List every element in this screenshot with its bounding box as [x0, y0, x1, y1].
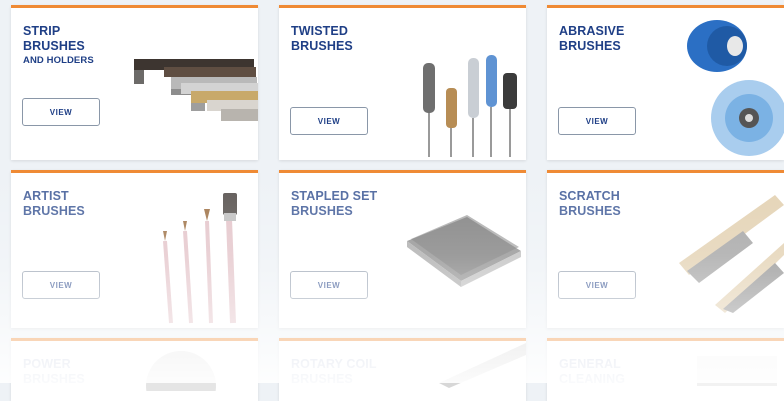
product-card-power-brushes[interactable]: POWER BRUSHES	[11, 338, 258, 401]
power-brushes-image	[146, 351, 216, 391]
product-card-stapled-set-brushes[interactable]: STAPLED SET BRUSHES VIEW	[279, 170, 526, 328]
card-title: SCRATCH BRUSHES	[559, 189, 621, 218]
view-button[interactable]: VIEW	[558, 107, 636, 135]
product-card-twisted-brushes[interactable]: TWISTED BRUSHES VIEW	[279, 5, 526, 160]
card-title: TWISTED BRUSHES	[291, 24, 353, 53]
view-button[interactable]: VIEW	[22, 98, 100, 126]
product-card-scratch-brushes[interactable]: SCRATCH BRUSHES VIEW	[547, 170, 784, 328]
view-button[interactable]: VIEW	[290, 271, 368, 299]
stapled-set-brushes-image	[407, 215, 521, 287]
card-title: STRIP BRUSHES AND HOLDERS	[23, 24, 94, 66]
scratch-brushes-image	[679, 195, 784, 313]
rotary-coil-brushes-image	[439, 343, 526, 388]
general-cleaning-image	[697, 356, 777, 386]
strip-brushes-image	[134, 59, 258, 121]
product-card-general-cleaning[interactable]: GENERAL CLEANING	[547, 338, 784, 401]
card-title: STAPLED SET BRUSHES	[291, 189, 378, 218]
view-button[interactable]: VIEW	[558, 271, 636, 299]
twisted-brushes-image	[423, 55, 517, 157]
card-title: ABRASIVE BRUSHES	[559, 24, 625, 53]
product-card-abrasive-brushes[interactable]: ABRASIVE BRUSHES VIEW	[547, 5, 784, 160]
card-title: ARTIST BRUSHES	[23, 189, 85, 218]
product-card-rotary-coil-brushes[interactable]: ROTARY COIL BRUSHES	[279, 338, 526, 401]
abrasive-brushes-image	[687, 20, 784, 156]
product-card-artist-brushes[interactable]: ARTIST BRUSHES VIEW	[11, 170, 258, 328]
view-button[interactable]: VIEW	[290, 107, 368, 135]
view-button[interactable]: VIEW	[22, 271, 100, 299]
artist-brushes-image	[163, 193, 237, 324]
product-card-strip-brushes[interactable]: STRIP BRUSHES AND HOLDERS VIEW	[11, 5, 258, 160]
